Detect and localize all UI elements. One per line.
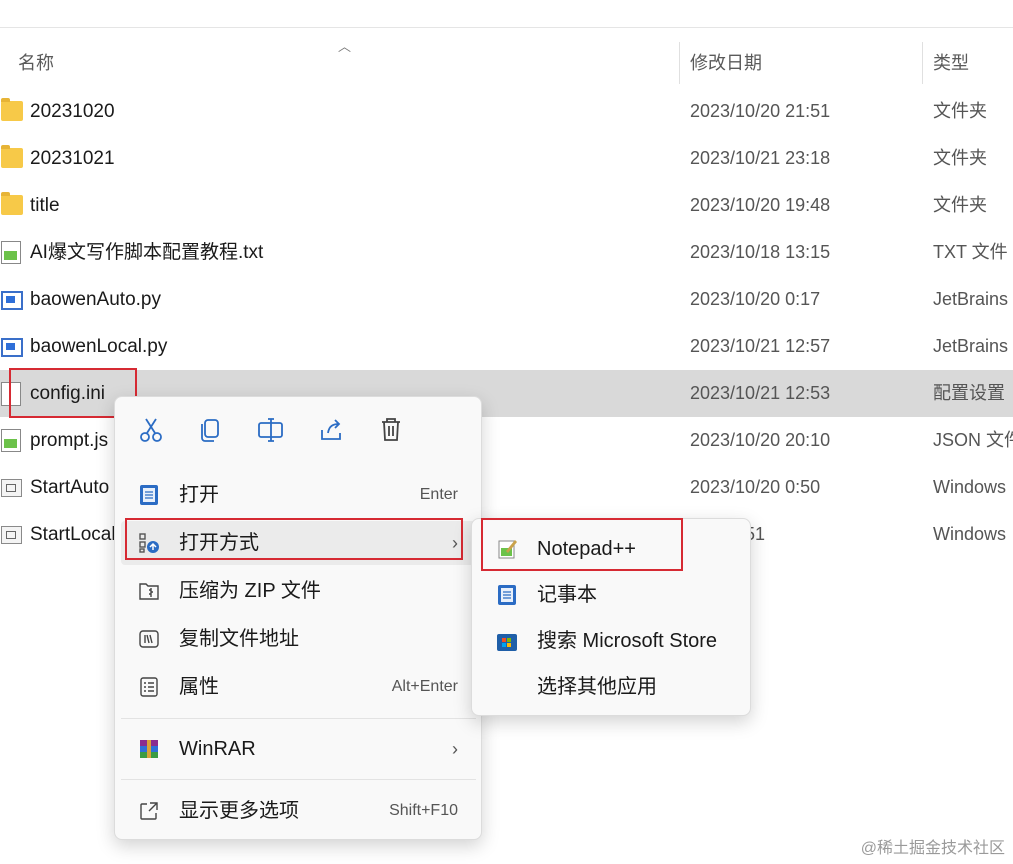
file-row[interactable]: 20231020 2023/10/20 21:51 文件夹 (0, 88, 1013, 135)
copy-path-icon (138, 628, 160, 650)
menu-divider (121, 779, 476, 780)
menu-label: 属性 (179, 676, 219, 698)
cut-icon[interactable] (134, 413, 168, 447)
file-date: 2023/10/21 12:53 (690, 383, 831, 403)
menu-label: 压缩为 ZIP 文件 (179, 580, 321, 602)
share-icon[interactable] (314, 413, 348, 447)
menu-shortcut: Enter (419, 486, 458, 503)
file-type: Windows (933, 524, 1007, 544)
properties-icon (138, 676, 160, 698)
file-name: prompt.js (30, 430, 109, 451)
highlight-box-notepadpp (481, 518, 683, 571)
batch-file-icon (1, 526, 22, 544)
menu-label: 打开 (179, 484, 219, 506)
folder-icon (1, 145, 23, 168)
file-name: baowenLocal.py (30, 336, 168, 357)
zip-icon (138, 580, 160, 602)
file-type: 文件夹 (933, 101, 987, 121)
file-type: JetBrains (933, 289, 1009, 309)
file-type: JSON 文件 (933, 430, 1013, 450)
folder-icon (1, 98, 23, 121)
pycharm-file-icon (1, 338, 23, 357)
menu-divider (121, 718, 476, 719)
batch-file-icon (1, 479, 22, 497)
menu-item-winrar[interactable]: WinRAR › (121, 727, 476, 771)
file-date: 2023/10/20 0:50 (690, 477, 821, 497)
menu-item-open[interactable]: 打开 Enter (121, 473, 476, 517)
menu-shortcut: Alt+Enter (391, 678, 458, 695)
file-date: 2023/10/21 12:57 (690, 336, 831, 356)
file-date: 2023/10/20 19:48 (690, 195, 831, 215)
menu-shortcut: Shift+F10 (389, 802, 458, 819)
address-bar-divider (0, 27, 1013, 28)
file-date: 2023/10/18 13:15 (690, 242, 831, 262)
submenu-item-microsoft-store[interactable]: 搜索 Microsoft Store (478, 618, 744, 664)
file-name: title (30, 195, 60, 216)
file-type: TXT 文件 (933, 242, 1008, 262)
highlight-box-open-with (125, 518, 463, 560)
submenu-item-notepad[interactable]: 记事本 (478, 572, 744, 618)
file-date: 2023/10/20 21:51 (690, 101, 831, 121)
notepad-icon (138, 484, 160, 506)
winrar-icon (138, 738, 160, 760)
file-name: AI爆文写作脚本配置教程.txt (30, 242, 264, 263)
submenu-label: 选择其他应用 (537, 676, 657, 698)
context-menu: 打开 Enter 打开方式 › 压缩为 ZIP 文件 复制文件地址 属性 Alt… (114, 396, 482, 840)
menu-item-properties[interactable]: 属性 Alt+Enter (121, 665, 476, 709)
column-modified[interactable]: 修改日期 (690, 42, 762, 84)
file-type: 文件夹 (933, 148, 987, 168)
menu-item-compress-zip[interactable]: 压缩为 ZIP 文件 (121, 569, 476, 613)
submenu-label: 记事本 (537, 584, 597, 606)
notepad-icon (496, 584, 518, 606)
file-type: 文件夹 (933, 195, 987, 215)
notepadpp-file-icon (1, 241, 21, 264)
file-date: 2023/10/20 0:17 (690, 289, 821, 309)
submenu-label: 搜索 Microsoft Store (537, 630, 718, 652)
notepadpp-file-icon (1, 429, 21, 452)
column-header: ︿ 名称 修改日期 类型 (0, 39, 1013, 84)
file-row[interactable]: baowenLocal.py 2023/10/21 12:57 JetBrain… (0, 323, 1013, 370)
file-type: JetBrains (933, 336, 1009, 356)
delete-icon[interactable] (374, 413, 408, 447)
file-row[interactable]: title 2023/10/20 19:48 文件夹 (0, 182, 1013, 229)
file-name: 20231020 (30, 101, 115, 122)
menu-label: 显示更多选项 (179, 800, 299, 822)
file-row[interactable]: AI爆文写作脚本配置教程.txt 2023/10/18 13:15 TXT 文件 (0, 229, 1013, 276)
file-type: 配置设置 (933, 383, 1005, 403)
rename-icon[interactable] (254, 413, 288, 447)
file-type: Windows (933, 477, 1007, 497)
menu-label: 复制文件地址 (179, 628, 299, 650)
watermark: @稀土掘金技术社区 (860, 840, 1005, 857)
file-row[interactable]: 20231021 2023/10/21 23:18 文件夹 (0, 135, 1013, 182)
copy-icon[interactable] (194, 413, 228, 447)
column-divider[interactable] (679, 42, 680, 84)
menu-item-copy-path[interactable]: 复制文件地址 (121, 617, 476, 661)
file-date: 2023/10/21 23:18 (690, 148, 831, 168)
file-name: StartAuto (30, 477, 110, 498)
column-divider[interactable] (922, 42, 923, 84)
folder-icon (1, 192, 23, 215)
column-name[interactable]: 名称 (18, 42, 54, 84)
sort-ascending-icon[interactable]: ︿ (338, 36, 351, 55)
more-options-icon (138, 800, 160, 822)
file-date: 2023/10/20 20:10 (690, 430, 831, 450)
column-type[interactable]: 类型 (933, 42, 969, 84)
menu-label: WinRAR (179, 738, 256, 760)
chevron-right-icon: › (452, 739, 458, 759)
file-name: baowenAuto.py (30, 289, 161, 310)
file-name: StartLocal (30, 524, 116, 545)
menu-item-show-more-options[interactable]: 显示更多选项 Shift+F10 (121, 789, 476, 833)
submenu-item-choose-other-app[interactable]: 选择其他应用 (478, 664, 744, 710)
microsoft-store-icon (496, 630, 518, 652)
file-row[interactable]: baowenAuto.py 2023/10/20 0:17 JetBrains (0, 276, 1013, 323)
file-name: 20231021 (30, 148, 115, 169)
pycharm-file-icon (1, 291, 23, 310)
